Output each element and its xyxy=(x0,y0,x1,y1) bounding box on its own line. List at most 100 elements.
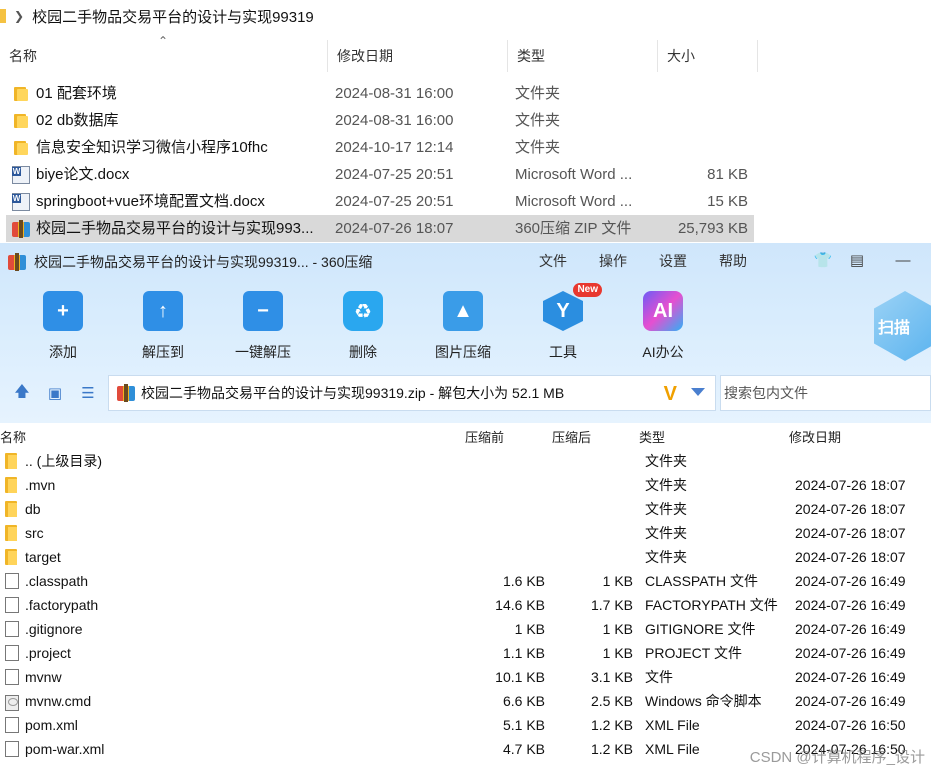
add-button[interactable]: + 添加 xyxy=(28,291,98,362)
archive-entry-row[interactable]: target 文件夹 2024-07-26 18:07 xyxy=(0,545,931,569)
file-name: springboot+vue环境配置文档.docx xyxy=(36,193,265,210)
column-header-size[interactable]: 大小 xyxy=(658,40,758,72)
column-header-name[interactable]: 名称 xyxy=(0,40,328,72)
archive-entry-row[interactable]: .project 1.1 KB 1 KB PROJECT 文件 2024-07-… xyxy=(0,641,931,665)
image-compress-label: 图片压缩 xyxy=(435,344,491,360)
entry-date: 2024-07-26 16:49 xyxy=(795,693,906,709)
file-name: 02 db数据库 xyxy=(36,112,119,129)
up-arrow-icon[interactable]: 🡅 xyxy=(12,383,32,403)
entry-name: pom-war.xml xyxy=(25,741,105,757)
file-name: 信息安全知识学习微信小程序10fhc xyxy=(36,139,268,156)
file-type: 文件夹 xyxy=(515,85,561,102)
zip-archive-icon xyxy=(12,220,30,238)
image-compress-button[interactable]: ▲ 图片压缩 xyxy=(428,291,498,362)
entry-type: 文件夹 xyxy=(645,525,687,541)
view-list-icon[interactable]: ☰ xyxy=(78,383,98,403)
scan-button[interactable]: 扫描 xyxy=(874,291,931,361)
entry-type: 文件夹 xyxy=(645,501,687,517)
column-header-size-after[interactable]: 压缩后 xyxy=(552,427,591,446)
ai-office-label: AI办公 xyxy=(642,344,684,360)
skin-shirt-icon[interactable]: 👕 xyxy=(812,249,834,271)
entry-type: XML File xyxy=(645,741,700,757)
one-click-extract-label: 一键解压 xyxy=(235,344,291,360)
column-header-name[interactable]: 名称 xyxy=(0,427,26,446)
file-icon xyxy=(5,717,19,733)
entry-size-before: 1 KB xyxy=(514,621,545,637)
archive-entry-row[interactable]: .gitignore 1 KB 1 KB GITIGNORE 文件 2024-0… xyxy=(0,617,931,641)
entry-type: 文件 xyxy=(645,669,673,685)
file-date: 2024-08-31 16:00 xyxy=(335,85,454,102)
file-size: 81 KB xyxy=(707,166,748,183)
column-header-type[interactable]: 类型 xyxy=(639,427,665,446)
parent-directory-row[interactable]: .. (上级目录) 文件夹 xyxy=(0,449,931,473)
entry-type: FACTORYPATH 文件 xyxy=(645,597,778,613)
archive-entry-row[interactable]: .classpath 1.6 KB 1 KB CLASSPATH 文件 2024… xyxy=(0,569,931,593)
archive-entry-row[interactable]: mvnw.cmd 6.6 KB 2.5 KB Windows 命令脚本 2024… xyxy=(0,689,931,713)
word-doc-icon xyxy=(12,166,30,184)
chevron-right-icon[interactable]: ❯ xyxy=(14,9,24,23)
entry-name: .mvn xyxy=(25,477,56,493)
entry-date: 2024-07-26 18:07 xyxy=(795,525,906,541)
v-logo-icon[interactable]: V xyxy=(664,383,677,406)
view-thumbnail-icon[interactable]: ▣ xyxy=(45,383,65,403)
delete-icon: ♻ xyxy=(343,291,383,331)
archive-path-bar[interactable]: 校园二手物品交易平台的设计与实现99319.zip - 解包大小为 52.1 M… xyxy=(108,375,716,411)
one-click-extract-button[interactable]: − 一键解压 xyxy=(228,291,298,362)
entry-name: .. (上级目录) xyxy=(25,453,102,469)
breadcrumb-current-folder[interactable]: 校园二手物品交易平台的设计与实现99319 xyxy=(32,6,314,27)
ai-office-icon: AI xyxy=(643,291,683,331)
file-date: 2024-07-25 20:51 xyxy=(335,193,454,210)
folder-icon xyxy=(12,139,30,157)
file-row[interactable]: biye论文.docx 2024-07-25 20:51 Microsoft W… xyxy=(6,161,754,188)
entry-type: CLASSPATH 文件 xyxy=(645,573,759,589)
menu-settings[interactable]: 设置 xyxy=(659,251,687,271)
column-header-modified[interactable]: 修改日期 xyxy=(328,40,508,72)
folder-icon xyxy=(5,453,19,469)
file-date: 2024-07-26 18:07 xyxy=(335,220,454,237)
minimize-icon[interactable]: — xyxy=(892,249,914,271)
zip-toolbar-area: 校园二手物品交易平台的设计与实现99319... - 360压缩 文件 操作 设… xyxy=(0,243,931,423)
file-row-selected[interactable]: 校园二手物品交易平台的设计与实现993... 2024-07-26 18:07 … xyxy=(6,215,754,242)
archive-entry-row[interactable]: db 文件夹 2024-07-26 18:07 xyxy=(0,497,931,521)
entry-size-after: 3.1 KB xyxy=(590,669,633,685)
cmd-script-icon xyxy=(5,695,19,711)
search-input[interactable]: 搜索包内文件 xyxy=(720,375,931,411)
column-header-date[interactable]: 修改日期 xyxy=(789,427,841,446)
menu-file[interactable]: 文件 xyxy=(539,251,567,271)
menu-help[interactable]: 帮助 xyxy=(719,251,747,271)
file-icon xyxy=(5,669,19,685)
column-header-type[interactable]: 类型 xyxy=(508,40,658,72)
archive-entry-row[interactable]: mvnw 10.1 KB 3.1 KB 文件 2024-07-26 16:49 xyxy=(0,665,931,689)
delete-button[interactable]: ♻ 删除 xyxy=(328,291,398,362)
entry-type: PROJECT 文件 xyxy=(645,645,742,661)
tools-button[interactable]: Y New 工具 xyxy=(528,283,602,362)
folder-icon xyxy=(5,477,19,493)
archive-entry-row[interactable]: .factorypath 14.6 KB 1.7 KB FACTORYPATH … xyxy=(0,593,931,617)
entry-size-after: 2.5 KB xyxy=(590,693,633,709)
archive-entry-row[interactable]: pom.xml 5.1 KB 1.2 KB XML File 2024-07-2… xyxy=(0,713,931,737)
file-row[interactable]: 信息安全知识学习微信小程序10fhc 2024-10-17 12:14 文件夹 xyxy=(6,134,754,161)
entry-name: .gitignore xyxy=(25,621,83,637)
menu-operation[interactable]: 操作 xyxy=(599,251,627,271)
entry-size-before: 1.6 KB xyxy=(502,573,545,589)
file-row[interactable]: 02 db数据库 2024-08-31 16:00 文件夹 xyxy=(6,107,754,134)
archive-entry-row[interactable]: src 文件夹 2024-07-26 18:07 xyxy=(0,521,931,545)
add-icon: + xyxy=(43,291,83,331)
ai-office-button[interactable]: AI AI办公 xyxy=(628,291,698,362)
message-icon[interactable]: ▤ xyxy=(846,249,868,271)
column-header-size-before[interactable]: 压缩前 xyxy=(465,427,504,446)
file-icon xyxy=(5,573,19,589)
file-date: 2024-10-17 12:14 xyxy=(335,139,454,156)
entry-type: 文件夹 xyxy=(645,477,687,493)
archive-entry-row[interactable]: .mvn 文件夹 2024-07-26 18:07 xyxy=(0,473,931,497)
file-type: 文件夹 xyxy=(515,139,561,156)
folder-icon xyxy=(12,85,30,103)
file-type: Microsoft Word ... xyxy=(515,193,633,210)
entry-date: 2024-07-26 16:49 xyxy=(795,645,906,661)
file-row[interactable]: 01 配套环境 2024-08-31 16:00 文件夹 xyxy=(6,80,754,107)
address-breadcrumb[interactable]: ❯ 校园二手物品交易平台的设计与实现99319 xyxy=(0,0,931,32)
dropdown-arrow-icon[interactable] xyxy=(691,388,705,396)
file-row[interactable]: springboot+vue环境配置文档.docx 2024-07-25 20:… xyxy=(6,188,754,215)
file-size: 25,793 KB xyxy=(677,220,748,237)
extract-to-button[interactable]: ↑ 解压到 xyxy=(128,291,198,362)
